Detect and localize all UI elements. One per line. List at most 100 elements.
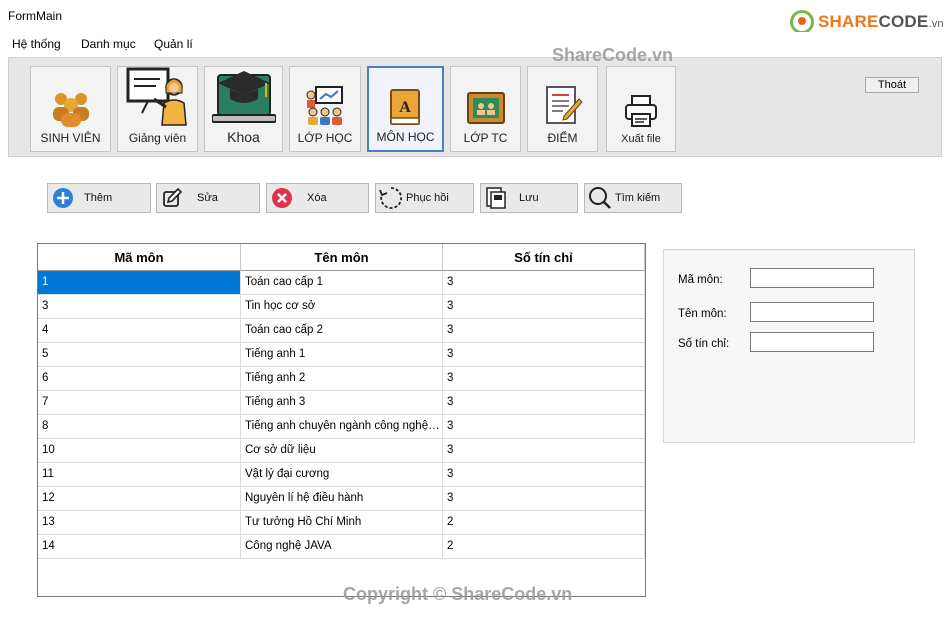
cell-ma-mon[interactable]: 6 bbox=[38, 367, 241, 390]
toolbar-khoa-label: Khoa bbox=[227, 129, 260, 145]
cell-ten-mon[interactable]: Công nghệ JAVA bbox=[241, 535, 443, 558]
toolbar-lop-hoc-button[interactable]: LỚP HỌC bbox=[289, 66, 361, 152]
table-row[interactable]: 5 Tiếng anh 13 bbox=[38, 343, 645, 367]
title-bar: FormMain SHARECODE.vn bbox=[0, 0, 950, 34]
chalkboard-icon bbox=[466, 92, 505, 124]
classroom-icon bbox=[306, 86, 343, 125]
cell-ma-mon[interactable]: 4 bbox=[38, 319, 241, 342]
delete-button-label: Xóa bbox=[307, 192, 327, 204]
toolbar: SINH VIÊN Giảng viên Khoa LỚP HỌC A MÔN … bbox=[8, 57, 942, 157]
cell-so-tin-chi[interactable]: 3 bbox=[443, 439, 645, 462]
cell-so-tin-chi[interactable]: 3 bbox=[443, 295, 645, 318]
cell-ten-mon[interactable]: Tin học cơ sở bbox=[241, 295, 443, 318]
cell-ten-mon[interactable]: Tiếng anh 2 bbox=[241, 367, 443, 390]
table-row[interactable]: 4 Toán cao cấp 23 bbox=[38, 319, 645, 343]
logo-text-dark: CODE bbox=[878, 12, 929, 31]
table-row[interactable]: 3 Tin học cơ sở 3 bbox=[38, 295, 645, 319]
cell-ma-mon[interactable]: 10 bbox=[38, 439, 241, 462]
column-header-ma-mon[interactable]: Mã môn bbox=[38, 244, 241, 271]
toolbar-diem-button[interactable]: ĐIỂM bbox=[527, 66, 598, 152]
restore-button-label: Phục hồi bbox=[406, 192, 449, 204]
cell-so-tin-chi[interactable]: 3 bbox=[443, 271, 645, 294]
table-row[interactable]: 13 Tư tưởng Hồ Chí Minh 2 bbox=[38, 511, 645, 535]
ten-mon-field[interactable] bbox=[750, 302, 874, 322]
cell-ten-mon[interactable]: Tiếng anh 3 bbox=[241, 391, 443, 414]
cell-so-tin-chi[interactable]: 3 bbox=[443, 415, 645, 438]
edit-button-label: Sửa bbox=[197, 192, 218, 204]
ma-mon-field[interactable] bbox=[750, 268, 874, 288]
teacher-icon bbox=[126, 67, 187, 126]
plus-circle-icon bbox=[48, 184, 78, 212]
cell-ma-mon[interactable]: 12 bbox=[38, 487, 241, 510]
table-row[interactable]: 6 Tiếng anh 23 bbox=[38, 367, 645, 391]
cell-ma-mon[interactable]: 13 bbox=[38, 511, 241, 534]
search-icon bbox=[585, 184, 615, 212]
save-button[interactable]: Lưu bbox=[480, 183, 578, 213]
cell-ma-mon[interactable]: 14 bbox=[38, 535, 241, 558]
book-icon: A bbox=[389, 89, 420, 125]
cell-so-tin-chi[interactable]: 2 bbox=[443, 511, 645, 534]
cell-so-tin-chi[interactable]: 3 bbox=[443, 319, 645, 342]
printer-icon bbox=[625, 95, 657, 127]
cell-so-tin-chi[interactable]: 3 bbox=[443, 343, 645, 366]
table-row[interactable]: 1 Toán cao cấp 13 bbox=[38, 271, 645, 295]
cell-ten-mon[interactable]: Toán cao cấp 1 bbox=[241, 271, 443, 294]
toolbar-xuat-file-button[interactable]: Xuất file bbox=[606, 66, 676, 152]
cell-ma-mon[interactable]: 8 bbox=[38, 415, 241, 438]
toolbar-sinh-vien-button[interactable]: SINH VIÊN bbox=[30, 66, 111, 152]
toolbar-giang-vien-label: Giảng viên bbox=[128, 131, 187, 145]
main-window: FormMain SHARECODE.vn Hệ thống Danh mục … bbox=[0, 0, 950, 625]
toolbar-lop-tc-label: LỚP TC bbox=[463, 131, 508, 145]
cell-so-tin-chi[interactable]: 3 bbox=[443, 487, 645, 510]
table-row[interactable]: 8 Tiếng anh chuyên ngành công nghệ th... 3 bbox=[38, 415, 645, 439]
table-row[interactable]: 7 Tiếng anh 33 bbox=[38, 391, 645, 415]
save-button-label: Lưu bbox=[519, 192, 539, 204]
cell-so-tin-chi[interactable]: 2 bbox=[443, 535, 645, 558]
cell-ten-mon[interactable]: Tiếng anh 1 bbox=[241, 343, 443, 366]
ten-mon-label: Tên môn: bbox=[678, 308, 727, 320]
cell-ten-mon[interactable]: Tư tưởng Hồ Chí Minh bbox=[241, 511, 443, 534]
delete-button[interactable]: Xóa bbox=[266, 183, 369, 213]
cell-so-tin-chi[interactable]: 3 bbox=[443, 391, 645, 414]
exit-button[interactable]: Thoát bbox=[865, 77, 919, 93]
cell-ten-mon[interactable]: Tiếng anh chuyên ngành công nghệ th... bbox=[241, 415, 443, 438]
toolbar-lop-tc-button[interactable]: LỚP TC bbox=[450, 66, 521, 152]
cell-ma-mon[interactable]: 5 bbox=[38, 343, 241, 366]
cell-ten-mon[interactable]: Toán cao cấp 2 bbox=[241, 319, 443, 342]
sharecode-logo: SHARECODE.vn bbox=[790, 10, 944, 34]
toolbar-khoa-button[interactable]: Khoa bbox=[204, 66, 283, 152]
cell-so-tin-chi[interactable]: 3 bbox=[443, 367, 645, 390]
restore-button[interactable]: Phục hồi bbox=[375, 183, 474, 213]
cell-ten-mon[interactable]: Nguyên lí hệ điều hành bbox=[241, 487, 443, 510]
column-header-ten-mon[interactable]: Tên môn bbox=[241, 244, 443, 271]
menu-danh-muc[interactable]: Danh mục bbox=[81, 37, 136, 51]
edit-icon bbox=[157, 184, 187, 212]
table-row[interactable]: 12 Nguyên lí hệ điều hành 3 bbox=[38, 487, 645, 511]
so-tin-chi-field[interactable] bbox=[750, 332, 874, 352]
cell-ten-mon[interactable]: Cơ sở dữ liệu bbox=[241, 439, 443, 462]
subjects-table[interactable]: Mã môn Tên môn Số tín chỉ 1 Toán cao cấp … bbox=[37, 243, 646, 597]
search-button[interactable]: Tìm kiếm bbox=[584, 183, 682, 213]
cell-ma-mon[interactable]: 3 bbox=[38, 295, 241, 318]
toolbar-giang-vien-button[interactable]: Giảng viên bbox=[117, 66, 198, 152]
ma-mon-label: Mã môn: bbox=[678, 274, 723, 286]
cell-ma-mon[interactable]: 1 bbox=[38, 271, 241, 294]
cell-ten-mon[interactable]: Vật lý đại cương bbox=[241, 463, 443, 486]
menu-he-thong[interactable]: Hệ thống bbox=[12, 37, 61, 51]
table-row[interactable]: 10 Cơ sở dữ liệu 3 bbox=[38, 439, 645, 463]
logo-text: SHARECODE.vn bbox=[818, 12, 944, 32]
table-row[interactable]: 14 Công nghệ JAVA 2 bbox=[38, 535, 645, 559]
toolbar-mon-hoc-button[interactable]: A MÔN HỌC bbox=[367, 66, 444, 152]
edit-button[interactable]: Sửa bbox=[156, 183, 260, 213]
graduation-laptop-icon bbox=[211, 71, 276, 123]
menu-quan-li[interactable]: Quản lí bbox=[154, 37, 193, 51]
restore-icon bbox=[376, 184, 406, 212]
table-row[interactable]: 11 Vật lý đại cương 3 bbox=[38, 463, 645, 487]
toolbar-xuat-file-label: Xuất file bbox=[621, 133, 661, 145]
column-header-so-tin-chi[interactable]: Số tín chỉ bbox=[443, 244, 645, 271]
cell-ma-mon[interactable]: 7 bbox=[38, 391, 241, 414]
add-button[interactable]: Thêm bbox=[47, 183, 151, 213]
cell-so-tin-chi[interactable]: 3 bbox=[443, 463, 645, 486]
cell-ma-mon[interactable]: 11 bbox=[38, 463, 241, 486]
svg-text:A: A bbox=[399, 99, 411, 116]
